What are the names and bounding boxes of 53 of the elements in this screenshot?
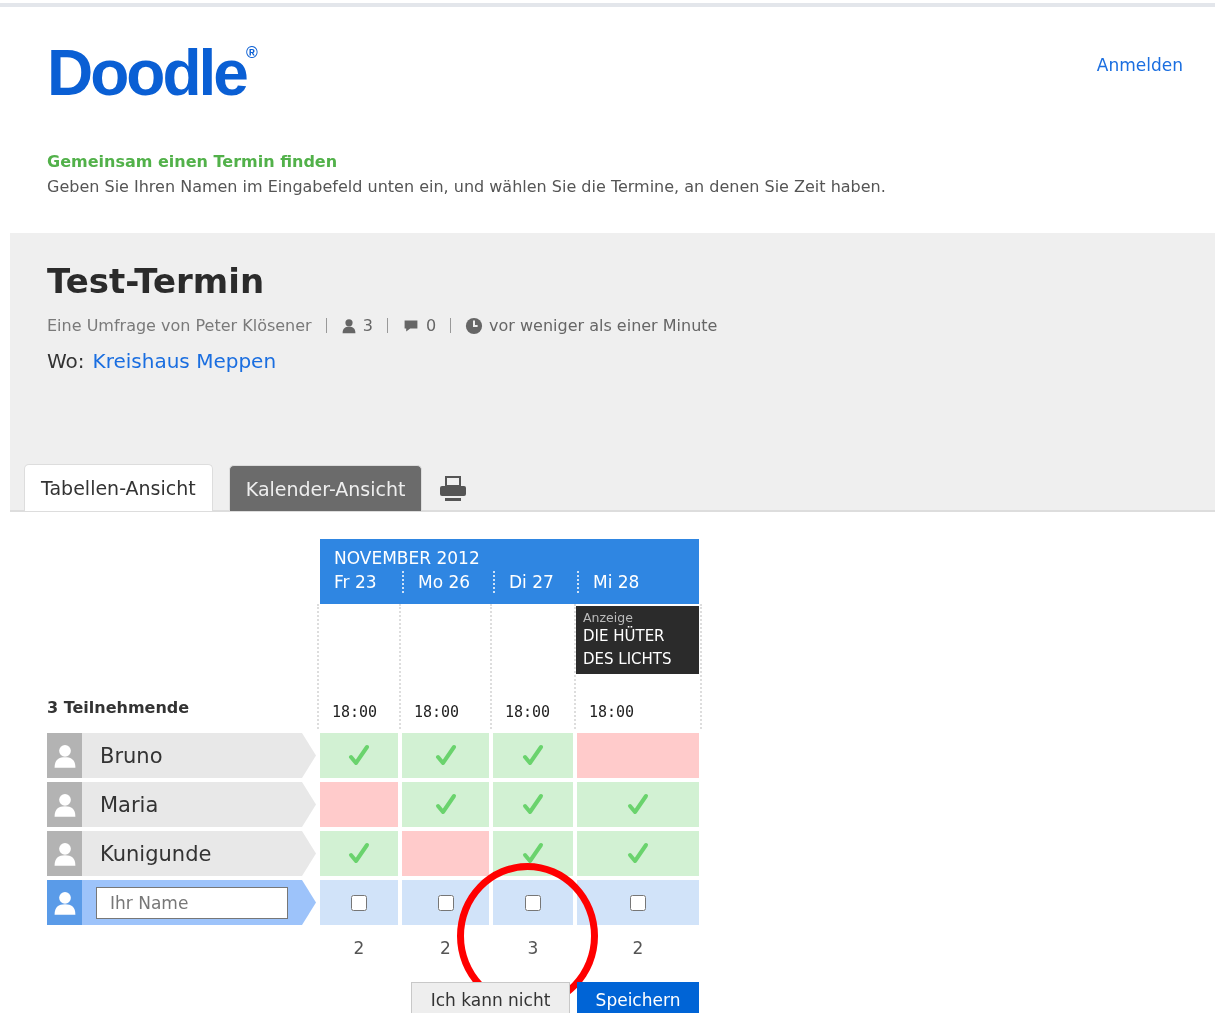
- check-icon: [521, 792, 545, 817]
- person-icon: [340, 317, 357, 334]
- check-icon: [626, 792, 650, 817]
- ad-text: DES LICHTS: [583, 649, 673, 670]
- check-icon: [521, 743, 545, 768]
- time-label: 18:00: [588, 703, 636, 723]
- check-icon: [626, 841, 650, 866]
- vote-count: 3: [526, 938, 540, 958]
- participant-name: Maria: [100, 792, 159, 817]
- poll-author: Eine Umfrage von Peter Klösener: [47, 316, 312, 335]
- vote-count: 2: [631, 938, 645, 958]
- intro-text: Geben Sie Ihren Namen im Eingabefeld unten ein, und wählen Sie die Termine, an denen Sie Zeit haben.: [47, 177, 887, 196]
- check-icon: [521, 841, 545, 866]
- day-label: Di 27: [493, 571, 577, 593]
- vote-count: 2: [439, 938, 452, 958]
- participants-label: 3 Teilnehmende: [47, 698, 191, 719]
- login-link[interactable]: Anmelden: [1096, 55, 1183, 75]
- poll-title: Test-Termin: [47, 261, 266, 301]
- ad-label: Anzeige: [583, 610, 634, 625]
- name-field[interactable]: Ihr Name: [96, 886, 288, 919]
- time-label: 18:00: [331, 703, 379, 723]
- checkbox[interactable]: [630, 894, 646, 911]
- check-icon: [433, 792, 458, 817]
- view-tab[interactable]: Kalender-Ansicht: [228, 465, 423, 511]
- location-label: Wo:: [47, 349, 85, 373]
- clock-icon: [465, 316, 484, 335]
- day-label: Mo 26: [402, 571, 493, 593]
- participant-name: Kunigunde: [100, 841, 212, 866]
- check-icon: [347, 841, 371, 866]
- day-label: Fr 23: [333, 571, 378, 593]
- checkbox[interactable]: [525, 894, 541, 911]
- save-button[interactable]: Speichern: [577, 982, 699, 1013]
- participant-name: Bruno: [100, 743, 163, 768]
- comment-count: 0: [425, 316, 437, 335]
- doodle-logo: Doodle$^{®}$: [47, 41, 258, 105]
- checkbox[interactable]: [437, 894, 454, 911]
- created-time: vor weniger als einer Minute: [489, 316, 718, 335]
- vote-count: 2: [352, 938, 366, 958]
- time-label: 18:00: [504, 703, 552, 723]
- month-label: NOVEMBER 2012: [333, 548, 481, 568]
- location-link[interactable]: Kreishaus Meppen: [92, 349, 277, 373]
- day-label: Mi 28: [577, 571, 699, 593]
- participant-count: 3: [362, 316, 373, 335]
- checkbox[interactable]: [351, 894, 367, 911]
- ad-text: DIE HÜTER: [583, 625, 666, 647]
- decline-button[interactable]: Ich kann nicht: [411, 982, 570, 1013]
- time-label: 18:00: [413, 703, 461, 723]
- check-icon: [433, 743, 458, 768]
- check-icon: [347, 743, 371, 768]
- print-icon: [438, 475, 469, 503]
- intro-heading: Gemeinsam einen Termin finden: [47, 152, 339, 171]
- ad-box[interactable]: Anzeige DIE HÜTER DES LICHTS: [576, 606, 699, 674]
- view-tab[interactable]: Tabellen-Ansicht: [24, 464, 213, 511]
